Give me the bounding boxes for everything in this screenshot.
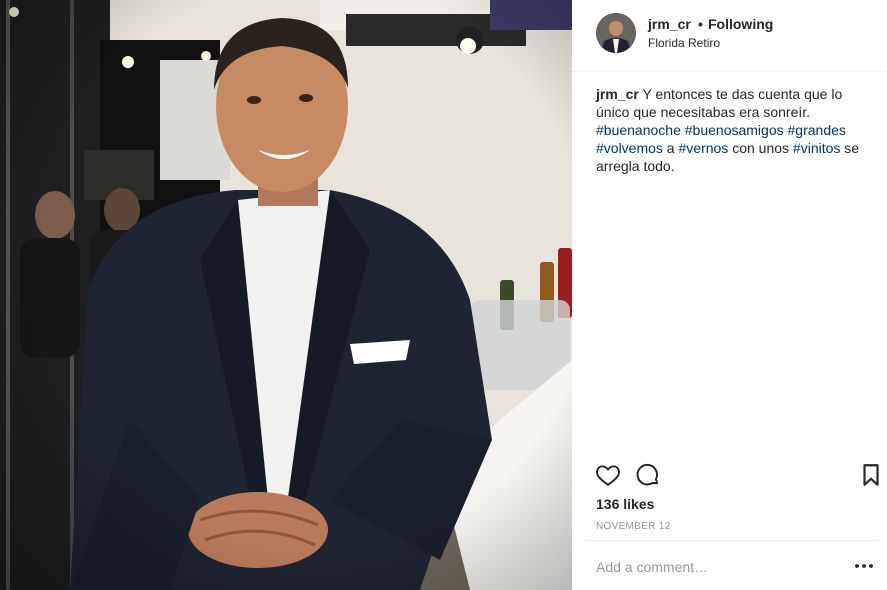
hashtag-link[interactable]: #buenanoche: [596, 122, 681, 138]
post-header: jrm_cr • Following Florida Retiro: [572, 0, 887, 72]
caption-text-segment: a: [662, 140, 679, 156]
following-button[interactable]: Following: [708, 16, 773, 32]
photo-illustration: [0, 0, 572, 590]
bookmark-icon[interactable]: [858, 462, 884, 488]
post-date[interactable]: NOVEMBER 12: [596, 521, 670, 532]
avatar-image: [596, 13, 636, 53]
add-comment-section: [586, 540, 878, 590]
likes-count[interactable]: 136 likes: [596, 496, 654, 512]
caption-text-segment: con unos: [728, 140, 793, 156]
post-actions: [572, 460, 887, 490]
heart-outline-icon[interactable]: [595, 462, 621, 488]
hashtag-link[interactable]: #volvemos: [596, 140, 663, 156]
post-photo[interactable]: [0, 0, 572, 590]
ellipsis-icon[interactable]: [854, 559, 874, 573]
post-username-link[interactable]: jrm_cr: [648, 16, 691, 32]
hashtag-link[interactable]: #grandes: [788, 122, 846, 138]
hashtag-link[interactable]: #vinitos: [793, 140, 840, 156]
avatar[interactable]: [596, 13, 636, 53]
speech-bubble-icon[interactable]: [635, 462, 661, 488]
hashtag-link[interactable]: #buenosamigos: [685, 122, 784, 138]
location-link[interactable]: Florida Retiro: [648, 36, 720, 50]
post-details-panel: jrm_cr • Following Florida Retiro jrm_cr…: [572, 0, 887, 590]
caption-username-link[interactable]: jrm_cr: [596, 86, 639, 102]
post-caption: jrm_cr Y entonces te das cuenta que lo ú…: [596, 85, 866, 175]
comment-input[interactable]: [596, 557, 836, 577]
separator-dot: •: [698, 16, 703, 32]
hashtag-link[interactable]: #vernos: [679, 140, 729, 156]
